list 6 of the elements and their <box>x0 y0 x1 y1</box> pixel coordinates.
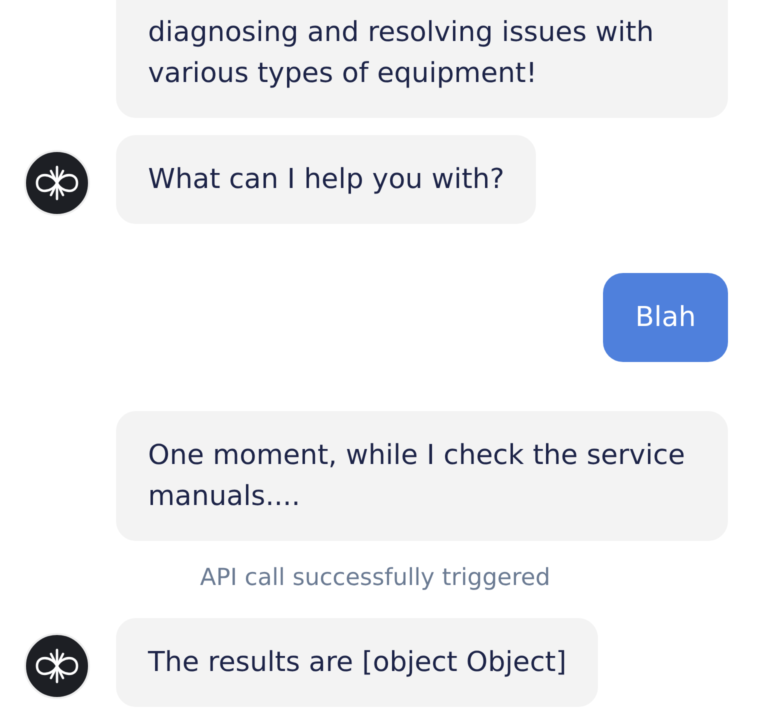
message-bubble: Blah <box>603 273 728 362</box>
message-bubble: One moment, while I check the service manuals.... <box>116 411 728 541</box>
status-text: API call successfully triggered <box>200 562 550 593</box>
message-bubble: diagnosing and resolving issues with various types of equipment! <box>116 0 728 118</box>
message-bubble: The results are [object Object] <box>116 618 598 707</box>
message-bubble: What can I help you with? <box>116 135 536 224</box>
